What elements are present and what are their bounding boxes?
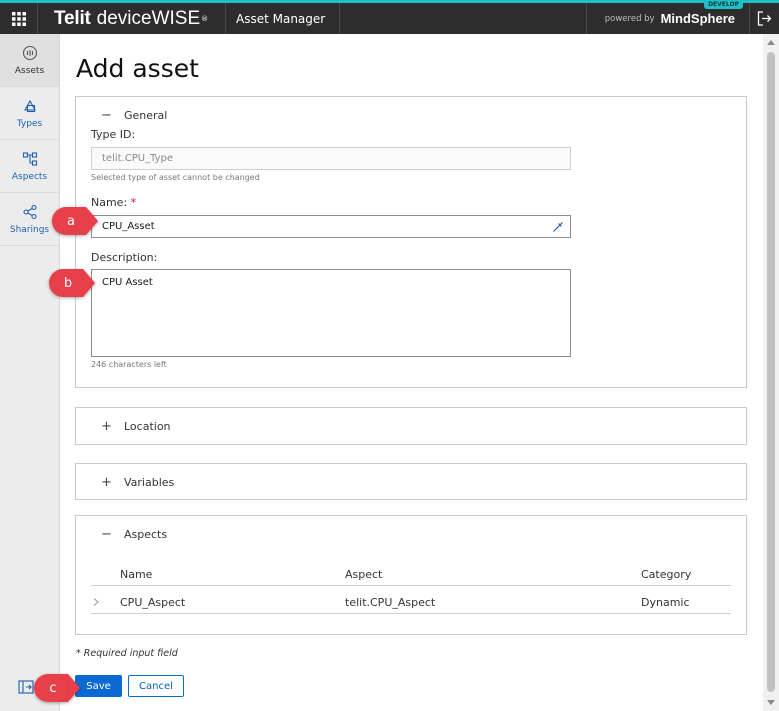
variables-section-header[interactable]: + Variables	[76, 464, 746, 500]
aspects-section-header[interactable]: − Aspects	[76, 516, 746, 552]
page-title: Add asset	[76, 54, 199, 83]
general-section: − General Type ID: telit.CPU_Type Select…	[75, 96, 747, 388]
vertical-scrollbar[interactable]	[763, 34, 779, 711]
aspects-table-header: Name Aspect Category	[91, 562, 731, 586]
sidebar-item-aspects[interactable]: Aspects	[0, 140, 59, 193]
callout-a-label: a	[52, 207, 86, 235]
collapse-icon: −	[101, 526, 112, 542]
telit-devicewise-logo[interactable]: Telit deviceWISE ®	[38, 3, 226, 34]
environment-badge: DEVELOP	[704, 0, 743, 9]
table-row[interactable]: CPU_Aspect telit.CPU_Aspect Dynamic	[91, 590, 731, 614]
scroll-down-arrow[interactable]	[767, 700, 775, 705]
app-launcher-button[interactable]	[0, 3, 38, 34]
powered-by-label: powered by	[604, 13, 655, 24]
location-section-header[interactable]: + Location	[76, 408, 746, 444]
aspects-icon	[22, 151, 37, 166]
scrollbar-thumb[interactable]	[767, 52, 775, 692]
sidebar-item-label: Aspects	[11, 171, 48, 182]
required-marker: *	[130, 196, 137, 209]
grid-icon	[11, 11, 26, 26]
sidebar-item-types[interactable]: Types	[0, 87, 59, 140]
column-header-aspect[interactable]: Aspect	[345, 562, 382, 586]
callout-b-label: b	[49, 269, 83, 297]
logout-icon	[757, 11, 772, 26]
mindsphere-logo: MindSphere	[660, 11, 735, 26]
required-field-note: * Required input field	[76, 648, 178, 659]
column-header-category[interactable]: Category	[641, 562, 691, 586]
characters-left-counter: 246 characters left	[91, 360, 167, 369]
type-id-field: telit.CPU_Type	[91, 147, 571, 170]
section-title: Location	[124, 419, 171, 433]
app-title[interactable]: Asset Manager	[226, 3, 341, 34]
aspects-section: − Aspects Name Aspect Category CPU_Aspec…	[75, 515, 747, 635]
callout-b: b	[49, 269, 95, 297]
section-title: General	[124, 108, 168, 122]
collapse-sidebar-button[interactable]	[18, 680, 34, 697]
sidebar-item-label: Types	[16, 118, 43, 129]
sidebar-item-label: Sharings	[9, 224, 50, 235]
section-title: Variables	[124, 475, 175, 489]
logo-product: deviceWISE	[96, 7, 201, 29]
callout-a: a	[52, 207, 98, 235]
row-aspect-cell: telit.CPU_Aspect	[345, 595, 436, 609]
row-name-cell: CPU_Aspect	[120, 595, 186, 609]
powered-by-mindsphere: DEVELOP powered by MindSphere	[585, 0, 749, 34]
type-id-hint: Selected type of asset cannot be changed	[91, 173, 260, 182]
callout-c-label: c	[34, 674, 68, 702]
chevron-right-icon	[93, 598, 99, 606]
sidebar-item-assets[interactable]: Assets	[0, 34, 59, 87]
save-button[interactable]: Save	[75, 675, 122, 697]
top-bar: Telit deviceWISE ® Asset Manager DEVELOP…	[0, 0, 779, 34]
name-field[interactable]: CPU_Asset	[91, 215, 571, 238]
main-content: Add asset − General Type ID: telit.CPU_T…	[60, 34, 763, 711]
types-icon	[23, 99, 36, 112]
name-field-value: CPU_Asset	[102, 221, 155, 232]
sidebar-item-sharings[interactable]: Sharings	[0, 193, 59, 246]
callout-c-pointer	[68, 674, 80, 702]
callout-b-pointer	[83, 269, 95, 297]
logout-button[interactable]	[749, 3, 779, 34]
row-expand-button[interactable]	[92, 590, 100, 614]
description-field[interactable]: CPU Asset	[91, 269, 571, 357]
collapse-sidebar-icon	[18, 680, 34, 694]
variables-section: + Variables	[75, 463, 747, 500]
expand-icon: +	[101, 474, 112, 490]
sidebar: Assets Types Aspects Sharings	[0, 34, 60, 711]
section-title: Aspects	[124, 527, 168, 541]
general-section-header[interactable]: − General	[76, 97, 746, 133]
logo-brand: Telit	[54, 7, 91, 29]
type-id-label: Type ID:	[91, 128, 136, 141]
logo-registered-mark: ®	[201, 14, 209, 23]
callout-c: c	[34, 674, 80, 702]
row-category-cell: Dynamic	[641, 595, 690, 609]
callout-a-pointer	[86, 207, 98, 235]
cancel-button[interactable]: Cancel	[128, 675, 184, 697]
share-icon	[22, 204, 37, 219]
expand-icon: +	[101, 418, 112, 434]
sidebar-item-label: Assets	[14, 65, 45, 76]
asset-icon	[22, 45, 37, 60]
edit-icon	[553, 222, 563, 232]
location-section: + Location	[75, 407, 747, 445]
column-header-name[interactable]: Name	[120, 562, 152, 586]
description-label: Description:	[91, 251, 158, 264]
collapse-icon: −	[101, 107, 112, 123]
scroll-up-arrow[interactable]	[767, 40, 775, 45]
